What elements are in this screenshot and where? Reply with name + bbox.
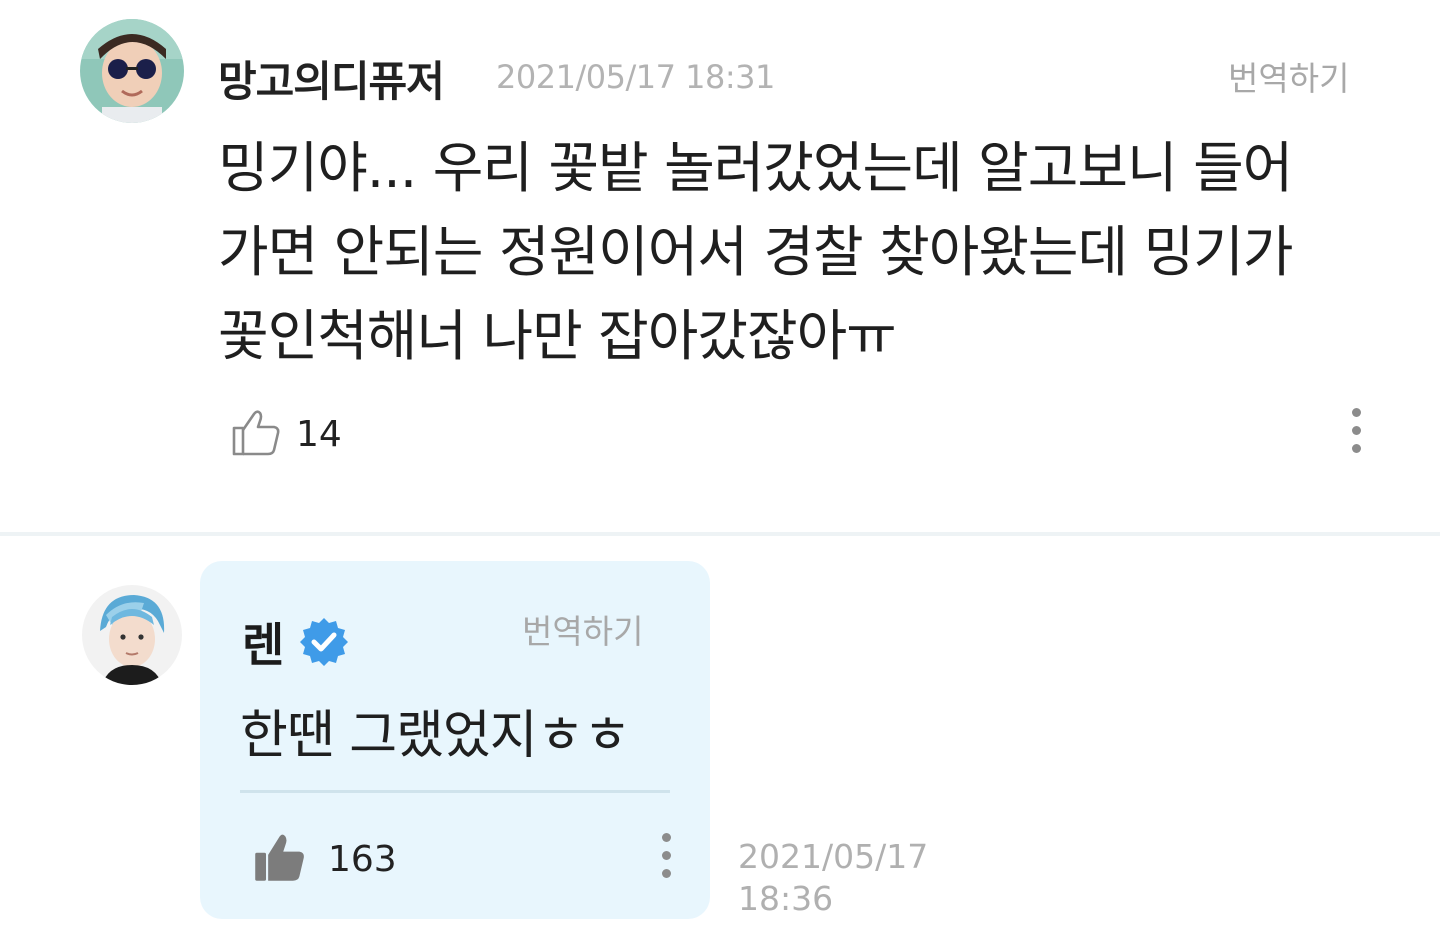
fan-username[interactable]: 망고의디퓨저 bbox=[218, 48, 445, 109]
artist-timestamp: 2021/05/17 18:36 bbox=[738, 836, 928, 920]
artist-username[interactable]: 렌 bbox=[242, 609, 284, 675]
artist-like-count: 163 bbox=[328, 839, 397, 880]
artist-reply-card: 렌 번역하기 한땐 그랬었지ㅎㅎ 163 bbox=[200, 561, 710, 919]
fan-avatar[interactable] bbox=[80, 19, 184, 123]
thumbs-up-outline-icon[interactable] bbox=[230, 406, 282, 458]
fan-translate-button[interactable]: 번역하기 bbox=[1228, 52, 1349, 100]
reply-divider bbox=[240, 790, 670, 793]
fan-comment-line: 가면 안되는 정원이어서 경찰 찾아왔는데 밍기가 bbox=[218, 220, 1293, 284]
thread-divider bbox=[0, 532, 1440, 536]
fan-timestamp: 2021/05/17 18:31 bbox=[496, 58, 775, 96]
verified-badge-icon bbox=[298, 615, 350, 667]
fan-comment-body: 밍기야... 우리 꽃밭 놀러갔었는데 알고보니 들어 가면 안되는 정원이어서… bbox=[218, 126, 1358, 378]
more-vertical-icon[interactable] bbox=[660, 833, 672, 885]
thumbs-up-filled-icon[interactable] bbox=[252, 829, 308, 885]
artist-reply-time: 18:36 bbox=[738, 879, 834, 918]
artist-reply-body: 한땐 그랬었지ㅎㅎ bbox=[240, 706, 631, 766]
fan-comment-line: 꽃인척해너 나만 잡아갔잖아ㅠ bbox=[218, 304, 897, 368]
fan-like-count: 14 bbox=[296, 414, 342, 455]
fan-comment-line: 밍기야... 우리 꽃밭 놀러갔었는데 알고보니 들어 bbox=[218, 136, 1293, 200]
artist-avatar[interactable] bbox=[82, 585, 182, 685]
more-vertical-icon[interactable] bbox=[1350, 408, 1362, 460]
artist-reply-date: 2021/05/17 bbox=[738, 837, 929, 876]
comment-thread: 망고의디퓨저 2021/05/17 18:31 번역하기 밍기야... 우리 꽃… bbox=[0, 0, 1440, 940]
artist-translate-button[interactable]: 번역하기 bbox=[522, 605, 643, 653]
